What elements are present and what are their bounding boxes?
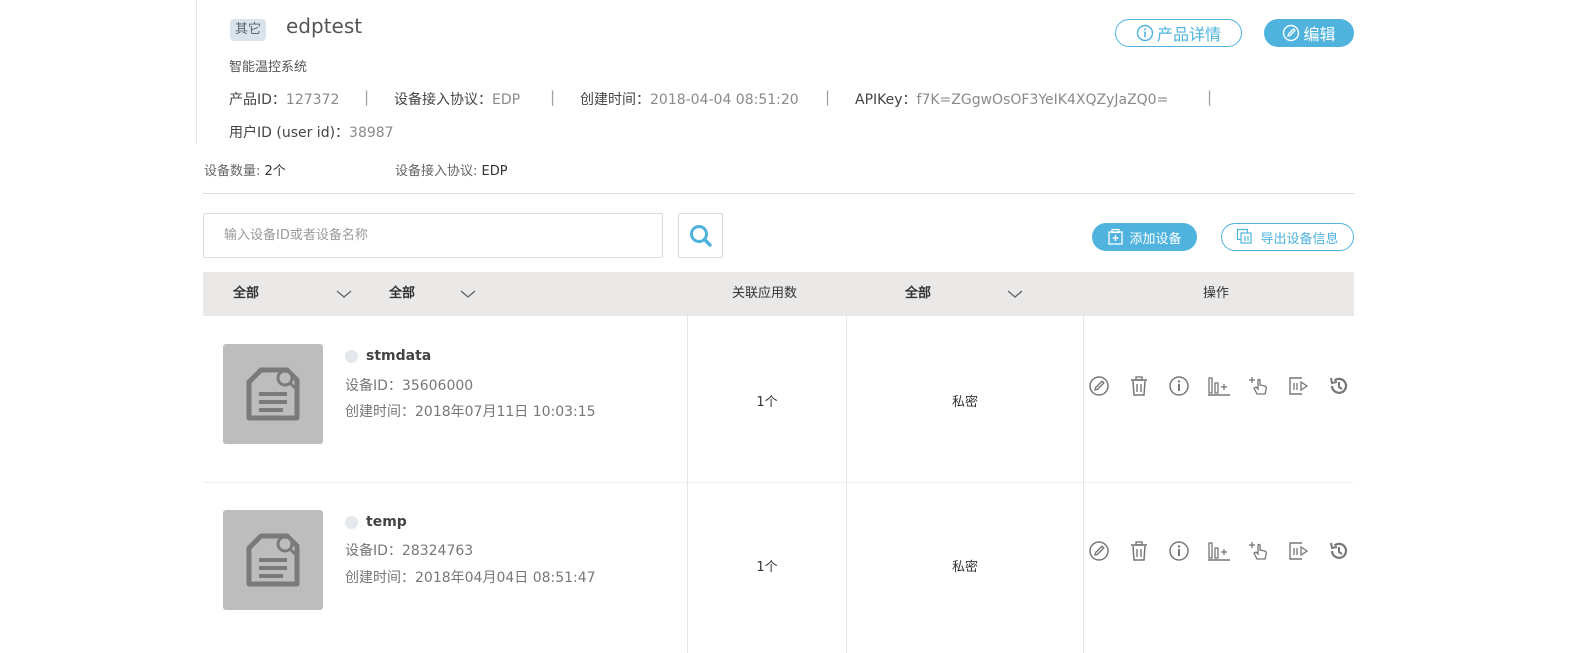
- edit-icon: [1283, 24, 1300, 42]
- export-devices-button[interactable]: 导出设备信息: [1221, 223, 1354, 251]
- add-device-icon: [1108, 228, 1124, 245]
- device-privacy: 私密: [951, 560, 978, 575]
- delete-icon: [1131, 541, 1147, 561]
- divider: [203, 193, 1354, 194]
- device-export-button[interactable]: [1286, 538, 1312, 564]
- type-filter[interactable]: 全部: [233, 272, 259, 316]
- product-name: edptest: [286, 14, 363, 38]
- device-id: 设备ID：28324763: [345, 543, 474, 559]
- product-user-id: 用户ID (user id)：38987: [229, 125, 394, 141]
- device-app-count: 1个: [756, 395, 778, 410]
- device-search-input[interactable]: [203, 213, 663, 258]
- chevron-down-icon[interactable]: [335, 287, 353, 301]
- datastream-icon: [1208, 542, 1230, 561]
- product-detail-button[interactable]: 产品详情: [1115, 19, 1242, 47]
- column-divider: [1083, 316, 1084, 653]
- device-privacy: 私密: [951, 395, 978, 410]
- datastream-icon: [1208, 377, 1230, 396]
- column-divider: [687, 316, 688, 653]
- edit-product-button[interactable]: 编辑: [1264, 19, 1354, 47]
- product-protocol: 设备接入协议：EDP: [394, 92, 521, 108]
- send-command-button[interactable]: [1246, 538, 1272, 564]
- delete-icon: [1131, 376, 1147, 396]
- info-icon: [1136, 24, 1154, 42]
- device-id: 设备ID：35606000: [345, 378, 474, 394]
- device-created-time: 创建时间：2018年07月11日 10:03:15: [345, 404, 596, 420]
- edit-icon: [1089, 376, 1109, 396]
- delete-device-button[interactable]: [1126, 538, 1152, 564]
- edit-icon: [1089, 541, 1109, 561]
- device-protocol: 设备接入协议: EDP: [395, 164, 508, 179]
- send-command-button[interactable]: [1246, 373, 1272, 399]
- device-created-time: 创建时间：2018年04月04日 08:51:47: [345, 570, 596, 586]
- status-filter[interactable]: 全部: [389, 272, 415, 316]
- device-document-icon: [246, 367, 300, 421]
- device-thumbnail: [223, 344, 323, 444]
- device-info-button[interactable]: [1166, 538, 1192, 564]
- device-name[interactable]: temp: [345, 514, 407, 530]
- product-description: 智能温控系统: [229, 60, 308, 75]
- row-operations: [1086, 373, 1352, 399]
- edit-device-button[interactable]: [1086, 538, 1112, 564]
- add-device-button[interactable]: 添加设备: [1092, 223, 1197, 251]
- meta-separator: |: [364, 88, 370, 106]
- info-icon: [1169, 541, 1189, 561]
- command-icon: [1249, 377, 1267, 395]
- search-button[interactable]: [678, 213, 723, 258]
- datastream-button[interactable]: [1206, 538, 1232, 564]
- device-history-button[interactable]: [1326, 538, 1352, 564]
- device-name[interactable]: stmdata: [345, 348, 431, 364]
- meta-separator: |: [1207, 88, 1213, 106]
- product-id: 产品ID：127372: [229, 92, 340, 108]
- product-apikey: APIKey：f7K=ZGgwOsOF3YeIK4XQZyJaZQ0=: [855, 92, 1169, 108]
- device-export-button[interactable]: [1286, 373, 1312, 399]
- export-data-icon: [1289, 542, 1309, 560]
- privacy-filter[interactable]: 全部: [905, 272, 931, 316]
- device-table-header: 全部 全部 关联应用数 全部 操作: [203, 272, 1354, 316]
- product-created-time: 创建时间：2018-04-04 08:51:20: [580, 92, 799, 108]
- delete-device-button[interactable]: [1126, 373, 1152, 399]
- device-document-icon: [246, 533, 300, 587]
- meta-separator: |: [825, 88, 831, 106]
- meta-separator: |: [550, 88, 556, 106]
- history-icon: [1330, 542, 1348, 559]
- edit-device-button[interactable]: [1086, 373, 1112, 399]
- column-operations: 操作: [1203, 286, 1230, 301]
- product-category-tag: 其它: [230, 19, 267, 41]
- column-app-count: 关联应用数: [732, 286, 798, 301]
- command-icon: [1249, 542, 1267, 560]
- device-thumbnail: [223, 510, 323, 610]
- device-info-button[interactable]: [1166, 373, 1192, 399]
- device-app-count: 1个: [756, 560, 778, 575]
- row-divider: [203, 482, 1354, 483]
- chevron-down-icon[interactable]: [459, 287, 477, 301]
- history-icon: [1330, 377, 1348, 394]
- chevron-down-icon[interactable]: [1006, 287, 1024, 301]
- search-icon: [689, 224, 712, 247]
- datastream-button[interactable]: [1206, 373, 1232, 399]
- row-operations: [1086, 538, 1352, 564]
- info-icon: [1169, 376, 1189, 396]
- status-dot: [345, 515, 358, 529]
- device-count: 设备数量: 2个: [204, 164, 286, 179]
- status-dot: [345, 349, 358, 363]
- column-divider: [846, 316, 847, 653]
- export-data-icon: [1289, 377, 1309, 395]
- export-icon: [1237, 228, 1253, 244]
- device-history-button[interactable]: [1326, 373, 1352, 399]
